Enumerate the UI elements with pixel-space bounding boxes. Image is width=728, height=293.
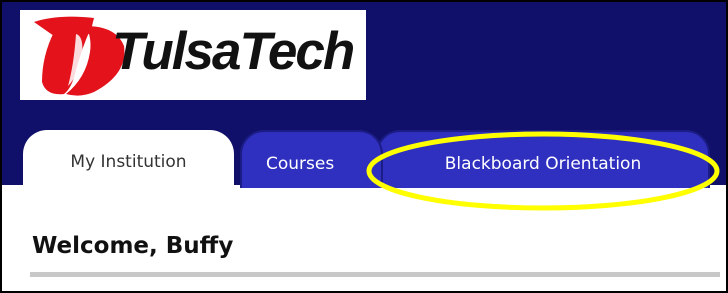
page-title: Welcome, Buffy [32, 233, 234, 259]
tab-my-institution[interactable]: My Institution [23, 130, 234, 188]
screenshot-frame: TulsaTech My Institution Courses Blackbo… [0, 0, 728, 293]
page-content: Welcome, Buffy [2, 185, 726, 291]
tab-label: My Institution [70, 152, 187, 172]
tulsatech-logo[interactable]: TulsaTech [20, 10, 366, 100]
tab-blackboard-orientation[interactable]: Blackboard Orientation [376, 130, 710, 188]
title-divider [30, 272, 720, 277]
tab-label: Courses [266, 154, 335, 174]
logo-wordmark: TulsaTech [112, 22, 355, 81]
tab-courses[interactable]: Courses [240, 130, 383, 188]
tab-label: Blackboard Orientation [444, 154, 642, 174]
